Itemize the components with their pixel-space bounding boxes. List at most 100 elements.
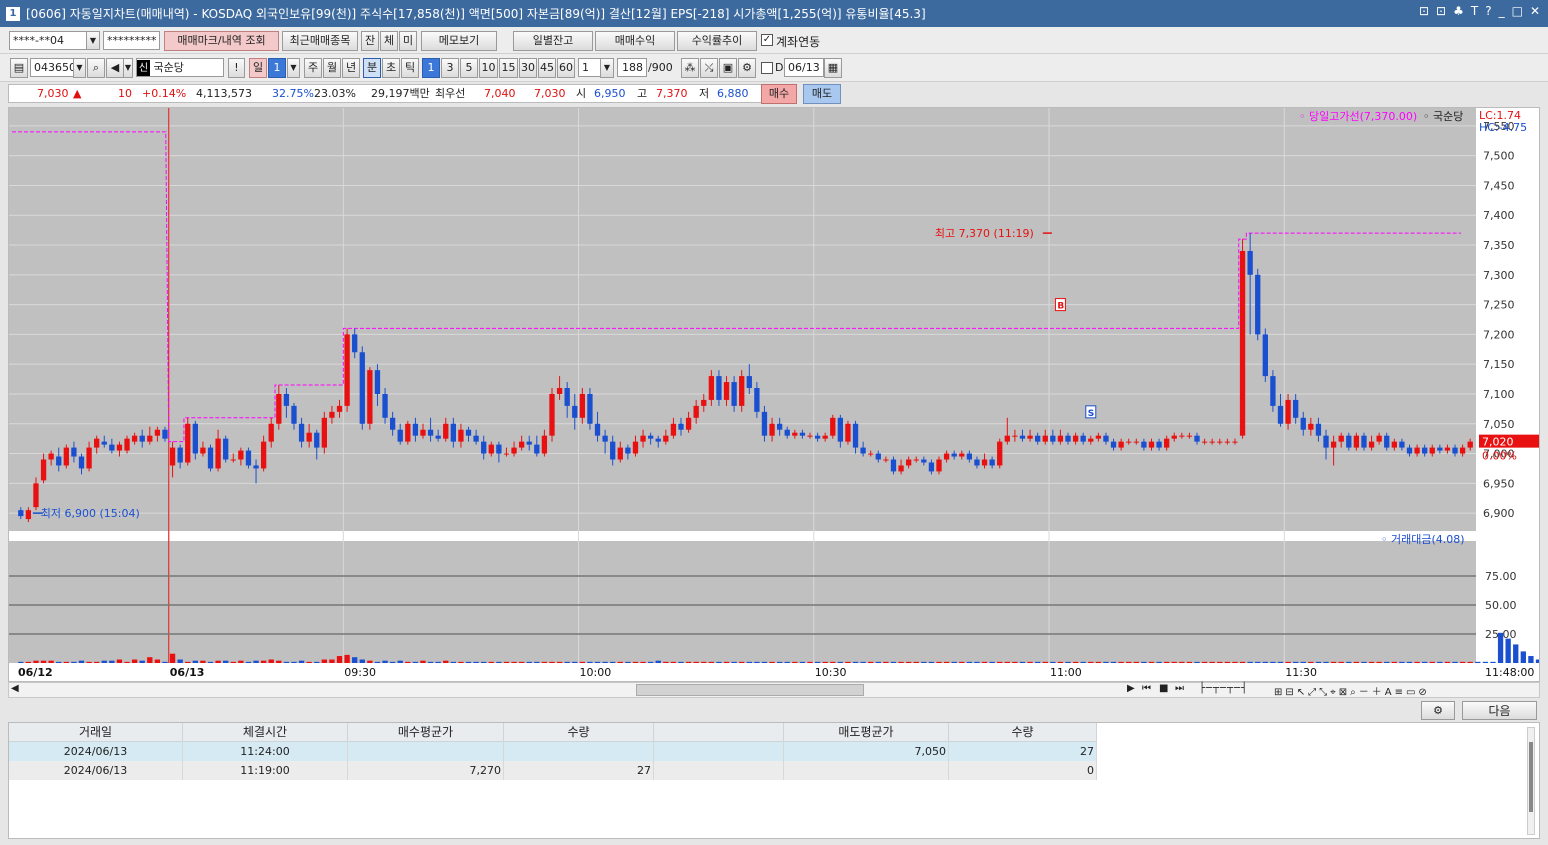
minute-1-button[interactable]: 1 [422, 58, 440, 78]
chevron-down-icon[interactable]: ▼ [86, 31, 100, 50]
table-cell[interactable]: 11:24:00 [183, 742, 348, 761]
toolbar-row-1: ****-**04 ▼ ********* 매매마크/내역 조회 최근매매종목 … [0, 27, 1548, 54]
count-input[interactable]: 188 [617, 58, 647, 77]
maximize-icon[interactable]: □ [1512, 4, 1523, 18]
minute-60-button[interactable]: 60 [557, 58, 575, 78]
candle-body [1308, 423, 1314, 430]
gear-icon[interactable]: ⚙ [738, 58, 756, 78]
zoom-slider[interactable]: ├─┬─┬─┤ [1199, 683, 1248, 694]
table-scrollbar[interactable] [1527, 727, 1535, 835]
candlestick-chart[interactable]: 7,5507,5007,4507,4007,3507,3007,2507,200… [9, 108, 1548, 681]
period-year-button[interactable]: 년 [342, 58, 360, 78]
search-icon[interactable]: ⌕ [87, 58, 105, 78]
period-day-button[interactable]: 일 [249, 58, 267, 78]
volume-bar [276, 660, 282, 663]
period-week-button[interactable]: 주 [304, 58, 322, 78]
memo-button[interactable]: 메모보기 [421, 31, 497, 51]
password-field[interactable]: ********* [103, 31, 160, 50]
candle-body [1293, 399, 1299, 418]
alert-button[interactable]: ! [228, 58, 245, 78]
candle-body [997, 441, 1003, 466]
chevron-down-icon[interactable]: ▼ [287, 58, 300, 78]
scroll-right-icon[interactable]: ▶ [1127, 683, 1135, 694]
volume-bar [450, 661, 456, 663]
volume-bar [678, 661, 684, 663]
close-icon[interactable]: ✕ [1530, 4, 1540, 18]
buy-button[interactable]: 매수 [761, 84, 797, 104]
chart-panel[interactable]: 7,550 7,500 7,450 7,400 7,350 7,300 7,250 7,200… [8, 107, 1548, 682]
table-scroll-thumb[interactable] [1529, 742, 1533, 812]
help-icon[interactable]: ? [1485, 4, 1491, 18]
volume-bar [868, 661, 874, 663]
scroll-left-icon[interactable]: ◀ [11, 683, 19, 694]
candle-body [511, 447, 517, 454]
trade-mark-lookup-button[interactable]: 매매마크/내역 조회 [164, 31, 279, 51]
return-trend-button[interactable]: 수익률추이 [677, 31, 757, 51]
indicator-icon[interactable]: ⁂ [681, 58, 699, 78]
drawing-tools-icon[interactable]: ⊞⊟↖⤢⤡⌖⊠⌕－＋A≡▭⊘ [1274, 683, 1430, 698]
table-cell[interactable]: 0 [949, 761, 1097, 780]
period-minute-button[interactable]: 분 [363, 58, 381, 78]
calendar-icon[interactable]: ▦ [824, 58, 842, 78]
chevron-down-icon[interactable]: ▼ [73, 58, 86, 78]
recent-trades-button[interactable]: 최근매매종목 [282, 31, 358, 51]
table-cell[interactable]: 7,270 [348, 761, 504, 780]
table-cell[interactable] [654, 761, 784, 780]
link-icon[interactable]: ⊡ [1436, 4, 1446, 18]
chevron-down-icon[interactable]: ▼ [123, 58, 133, 78]
executed-button[interactable]: 체 [380, 31, 398, 51]
minute-15-button[interactable]: 15 [499, 58, 518, 78]
table-cell[interactable]: 11:19:00 [183, 761, 348, 780]
date-input[interactable]: 06/13 [784, 58, 824, 77]
period-value[interactable]: 1 [268, 58, 286, 78]
minute-30-button[interactable]: 30 [519, 58, 537, 78]
date-checkbox[interactable] [761, 62, 773, 74]
candle-body [647, 435, 654, 439]
table-cell[interactable] [784, 761, 949, 780]
font-icon[interactable]: T [1471, 4, 1478, 18]
period-month-button[interactable]: 월 [323, 58, 341, 78]
settings-icon[interactable]: ⚙ [1421, 701, 1455, 720]
table-cell[interactable] [348, 742, 504, 761]
volume-bar [746, 661, 752, 663]
sell-button[interactable]: 매도 [803, 84, 841, 104]
minute-3-button[interactable]: 3 [441, 58, 459, 78]
pin-icon[interactable]: ♣ [1453, 4, 1464, 18]
tool-icon[interactable]: ⤯ [700, 58, 718, 78]
period-second-button[interactable]: 초 [382, 58, 400, 78]
table-cell[interactable]: 7,050 [784, 742, 949, 761]
speaker-icon[interactable]: ◀ [106, 58, 124, 78]
pending-button[interactable]: 미 [399, 31, 417, 51]
stop-icon[interactable]: ■ [1159, 683, 1168, 694]
table-cell[interactable]: 2024/06/13 [9, 761, 183, 780]
candle-body [503, 453, 510, 455]
table-cell[interactable] [504, 742, 654, 761]
volume-bar [1186, 661, 1193, 663]
table-cell[interactable] [654, 742, 784, 761]
stock-name-field[interactable]: 신 국순당 [136, 58, 224, 77]
table-cell[interactable]: 2024/06/13 [9, 742, 183, 761]
rewind-icon[interactable]: ⏮ [1142, 683, 1151, 694]
minute-45-button[interactable]: 45 [538, 58, 556, 78]
scroll-thumb[interactable] [636, 684, 864, 696]
up-arrow-icon: ▲ [73, 87, 82, 100]
table-cell[interactable]: 27 [949, 742, 1097, 761]
minute-5-button[interactable]: 5 [460, 58, 478, 78]
volume-bar [78, 660, 85, 663]
period-tick-button[interactable]: 틱 [401, 58, 419, 78]
forward-icon[interactable]: ⏭ [1175, 683, 1184, 694]
minute-10-button[interactable]: 10 [479, 58, 498, 78]
chevron-down-icon[interactable]: ▼ [600, 58, 614, 78]
volume-bar [1209, 661, 1215, 663]
minimize-icon[interactable]: _ [1499, 4, 1505, 18]
trade-profit-button[interactable]: 매매수익 [595, 31, 675, 51]
restore-icon[interactable]: ⊡ [1419, 4, 1429, 18]
account-link-checkbox[interactable]: ✓ [761, 34, 773, 46]
balance-button[interactable]: 잔 [361, 31, 379, 51]
save-icon[interactable]: ▣ [719, 58, 737, 78]
daily-balance-button[interactable]: 일별잔고 [513, 31, 593, 51]
layout-icon[interactable]: ▤ [10, 58, 28, 78]
next-button[interactable]: 다음 [1462, 701, 1537, 720]
table-cell[interactable]: 27 [504, 761, 654, 780]
chart-scrollbar[interactable]: ◀ ▶ ⏮ ■ ⏭ ├─┬─┬─┤ ⊞⊟↖⤢⤡⌖⊠⌕－＋A≡▭⊘ [8, 682, 1540, 698]
